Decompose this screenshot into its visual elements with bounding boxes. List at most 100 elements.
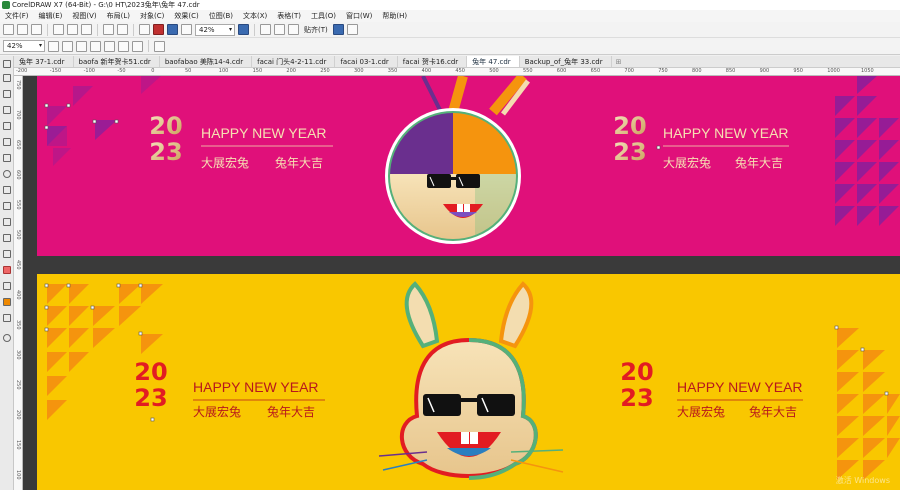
- eyedropper-icon[interactable]: [3, 282, 11, 290]
- zoom-out-icon[interactable]: [62, 40, 73, 52]
- horizontal-ruler[interactable]: -200 -150 -100 -50 0 50 100 150 200 250 300 350 400 4…: [14, 68, 900, 76]
- zoom-all-objects-icon[interactable]: [90, 40, 101, 52]
- show-guidelines-icon[interactable]: [288, 24, 299, 35]
- year-top-text: 20: [149, 112, 182, 140]
- activation-watermark: 激活 Windows: [835, 476, 890, 485]
- document-tab[interactable]: facai 贺卡16.cdr: [398, 56, 468, 67]
- full-screen-icon[interactable]: [238, 24, 249, 35]
- zoom-width-icon[interactable]: [118, 40, 129, 52]
- show-grid-icon[interactable]: [274, 24, 285, 35]
- toolbox: [0, 56, 14, 490]
- menu-edit[interactable]: 编辑(E): [34, 10, 68, 22]
- copy-icon[interactable]: [67, 24, 78, 35]
- publish-pdf-icon[interactable]: [181, 24, 192, 35]
- document-tabs: 兔年 37-1.cdr baofa 新年贺卡51.cdr baofabao 美陈…: [14, 56, 900, 68]
- year-top-text: 20: [613, 112, 646, 140]
- connector-tool-icon[interactable]: [3, 234, 11, 242]
- export-icon[interactable]: [167, 24, 178, 35]
- zoom-in-icon[interactable]: [48, 40, 59, 52]
- title-bar: CorelDRAW X7 (64-Bit) - G:\0 HT\2023兔年\兔…: [0, 0, 900, 10]
- paste-icon[interactable]: [81, 24, 92, 35]
- ruler-tick-label: 1000: [827, 68, 840, 74]
- smart-fill-icon[interactable]: [3, 314, 11, 322]
- document-tab[interactable]: facai 门头4-2-11.cdr: [252, 56, 336, 67]
- zoom-to-page-icon[interactable]: [104, 40, 115, 52]
- freehand-tool-icon[interactable]: [3, 122, 11, 130]
- chinese-blessing-1: 大展宏兔: [677, 404, 725, 419]
- artistic-media-icon[interactable]: [3, 138, 11, 146]
- separator: [47, 23, 48, 36]
- menu-layout[interactable]: 布局(L): [102, 10, 135, 22]
- chinese-blessing-1: 大展宏兔: [193, 404, 241, 419]
- undo-icon[interactable]: [103, 24, 114, 35]
- ruler-tick-label: 350: [15, 320, 21, 330]
- document-tab-active[interactable]: 兔年 47.cdr: [467, 56, 520, 67]
- zoom-level-combo[interactable]: 42% ▾: [195, 23, 235, 36]
- chinese-blessing-2: 兔年大吉: [275, 155, 323, 170]
- show-rulers-icon[interactable]: [260, 24, 271, 35]
- drop-shadow-icon[interactable]: [3, 250, 11, 258]
- document-tab[interactable]: facai 03-1.cdr: [335, 56, 398, 67]
- happy-new-year-text: HAPPY NEW YEAR: [663, 125, 789, 141]
- menu-object[interactable]: 对象(C): [135, 10, 169, 22]
- menu-text[interactable]: 文本(X): [238, 10, 272, 22]
- ruler-tick-label: 450: [15, 260, 21, 270]
- menu-bitmaps[interactable]: 位图(B): [204, 10, 238, 22]
- polygon-tool-icon[interactable]: [3, 186, 11, 194]
- zoom-selected-icon[interactable]: [76, 40, 87, 52]
- ruler-tick-label: 600: [15, 170, 21, 180]
- zoom-level-input[interactable]: 42% ▾: [3, 40, 45, 52]
- menu-tools[interactable]: 工具(O): [306, 10, 341, 22]
- add-icon[interactable]: [154, 40, 165, 52]
- drawing-canvas[interactable]: 20 23 HAPPY NEW YEAR 大展宏兔 兔年大吉 20 23 HAP…: [23, 76, 900, 490]
- chevron-down-icon: ▾: [228, 25, 232, 33]
- magenta-banner[interactable]: 20 23 HAPPY NEW YEAR 大展宏兔 兔年大吉 20 23 HAP…: [37, 76, 900, 256]
- ruler-tick-label: 650: [15, 140, 21, 150]
- transparency-tool-icon[interactable]: [3, 266, 11, 274]
- document-tab[interactable]: baofabao 美陈14-4.cdr: [160, 56, 253, 67]
- menu-window[interactable]: 窗口(W): [341, 10, 377, 22]
- ruler-tick-label: 600: [556, 68, 567, 74]
- ruler-tick-label: 900: [759, 68, 770, 74]
- document-tab[interactable]: 兔年 37-1.cdr: [14, 56, 74, 67]
- parallel-dimension-icon[interactable]: [3, 218, 11, 226]
- document-tab[interactable]: Backup_of_兔年 33.cdr: [520, 56, 612, 67]
- menu-help[interactable]: 帮助(H): [377, 10, 412, 22]
- yellow-banner[interactable]: 20 23 HAPPY NEW YEAR 大展宏兔 兔年大吉 20 23 HAP…: [37, 274, 900, 490]
- rectangle-tool-icon[interactable]: [3, 154, 11, 162]
- application-launcher-icon[interactable]: [346, 24, 358, 35]
- new-tab-icon[interactable]: ⊞: [612, 56, 626, 67]
- ruler-tick-label: 550: [15, 200, 21, 210]
- options-icon[interactable]: [332, 24, 344, 35]
- shape-tool-icon[interactable]: [3, 74, 11, 82]
- redo-icon[interactable]: [117, 24, 128, 35]
- ruler-tick-label: 500: [15, 230, 21, 240]
- save-icon[interactable]: [31, 24, 42, 35]
- menu-view[interactable]: 视图(V): [67, 10, 101, 22]
- snap-to-menu[interactable]: 贴齐(T): [302, 24, 330, 36]
- crop-tool-icon[interactable]: [3, 90, 11, 98]
- year-bottom-text: 23: [149, 138, 182, 166]
- property-bar: 42% ▾: [0, 38, 900, 55]
- add-tool-icon[interactable]: [3, 334, 11, 342]
- zoom-height-icon[interactable]: [132, 40, 143, 52]
- ruler-tick-label: 250: [15, 380, 21, 390]
- search-content-icon[interactable]: [139, 24, 150, 35]
- menu-table[interactable]: 表格(T): [272, 10, 306, 22]
- zoom-tool-icon[interactable]: [3, 106, 11, 114]
- menu-file[interactable]: 文件(F): [0, 10, 34, 22]
- new-file-icon[interactable]: [3, 24, 14, 35]
- document-tab[interactable]: baofa 新年贺卡51.cdr: [74, 56, 160, 67]
- import-icon[interactable]: [153, 24, 164, 35]
- ruler-tick-label: 550: [523, 68, 533, 74]
- interactive-fill-icon[interactable]: [3, 298, 11, 306]
- chinese-blessing-1: 大展宏兔: [201, 155, 249, 170]
- ellipse-tool-icon[interactable]: [3, 170, 11, 178]
- ruler-tick-label: 300: [15, 350, 21, 360]
- pick-tool-icon[interactable]: [3, 60, 11, 68]
- open-file-icon[interactable]: [17, 24, 28, 35]
- text-tool-icon[interactable]: [3, 202, 11, 210]
- cut-icon[interactable]: [53, 24, 64, 35]
- vertical-ruler[interactable]: 750 700 650 600 550 500 450 400 350 300 250 200 150 1…: [14, 76, 23, 490]
- menu-effects[interactable]: 效果(C): [169, 10, 203, 22]
